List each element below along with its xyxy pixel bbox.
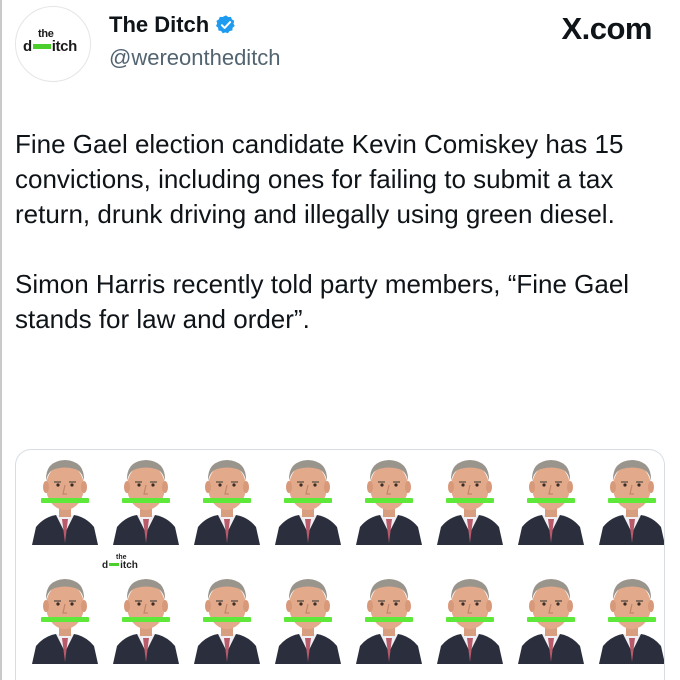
tweet-media-image[interactable]: the d itch xyxy=(15,449,665,680)
censored-portrait xyxy=(109,572,183,664)
media-watermark-logo: the d itch xyxy=(102,554,152,572)
censored-portrait xyxy=(352,572,426,664)
avatar[interactable]: the d itch xyxy=(15,6,91,82)
censored-portrait xyxy=(514,572,588,664)
censored-portrait xyxy=(109,453,183,545)
watermark-d-text: d xyxy=(102,560,109,571)
account-handle[interactable]: @wereontheditch xyxy=(109,45,281,71)
tweet-paragraph-2: Simon Harris recently told party members… xyxy=(15,269,630,334)
censored-portrait xyxy=(514,453,588,545)
tweet-header: the d itch The Ditch @wereontheditch X.co… xyxy=(0,0,680,100)
censored-portrait xyxy=(28,572,102,664)
censored-portrait xyxy=(433,453,507,545)
censored-portrait xyxy=(190,453,264,545)
censored-portrait xyxy=(271,572,345,664)
watermark-wordmark: d itch xyxy=(102,560,138,571)
portrait-row-top xyxy=(16,453,664,548)
watermark-itch-text: itch xyxy=(120,560,138,571)
verified-badge-icon xyxy=(215,14,237,36)
logo-green-bar xyxy=(32,44,51,49)
logo-wordmark: d itch xyxy=(23,38,77,55)
censored-portrait xyxy=(352,453,426,545)
censored-portrait xyxy=(28,453,102,545)
portrait-row-bottom xyxy=(16,572,664,667)
tweet-paragraph-1: Fine Gael election candidate Kevin Comis… xyxy=(15,129,624,229)
censored-portrait xyxy=(433,572,507,664)
logo-d-text: d xyxy=(23,38,32,55)
censored-portrait xyxy=(595,572,664,664)
tweet-text: Fine Gael election candidate Kevin Comis… xyxy=(15,127,665,337)
watermark-green-bar xyxy=(109,563,120,566)
left-border xyxy=(0,0,2,680)
name-row: The Ditch xyxy=(109,10,237,40)
source-label: X.com xyxy=(561,11,652,46)
logo-itch-text: itch xyxy=(51,38,77,55)
censored-portrait xyxy=(595,453,664,545)
censored-portrait xyxy=(190,572,264,664)
censored-portrait xyxy=(271,453,345,545)
display-name[interactable]: The Ditch xyxy=(109,12,209,38)
ditch-logo: the d itch xyxy=(16,7,92,83)
